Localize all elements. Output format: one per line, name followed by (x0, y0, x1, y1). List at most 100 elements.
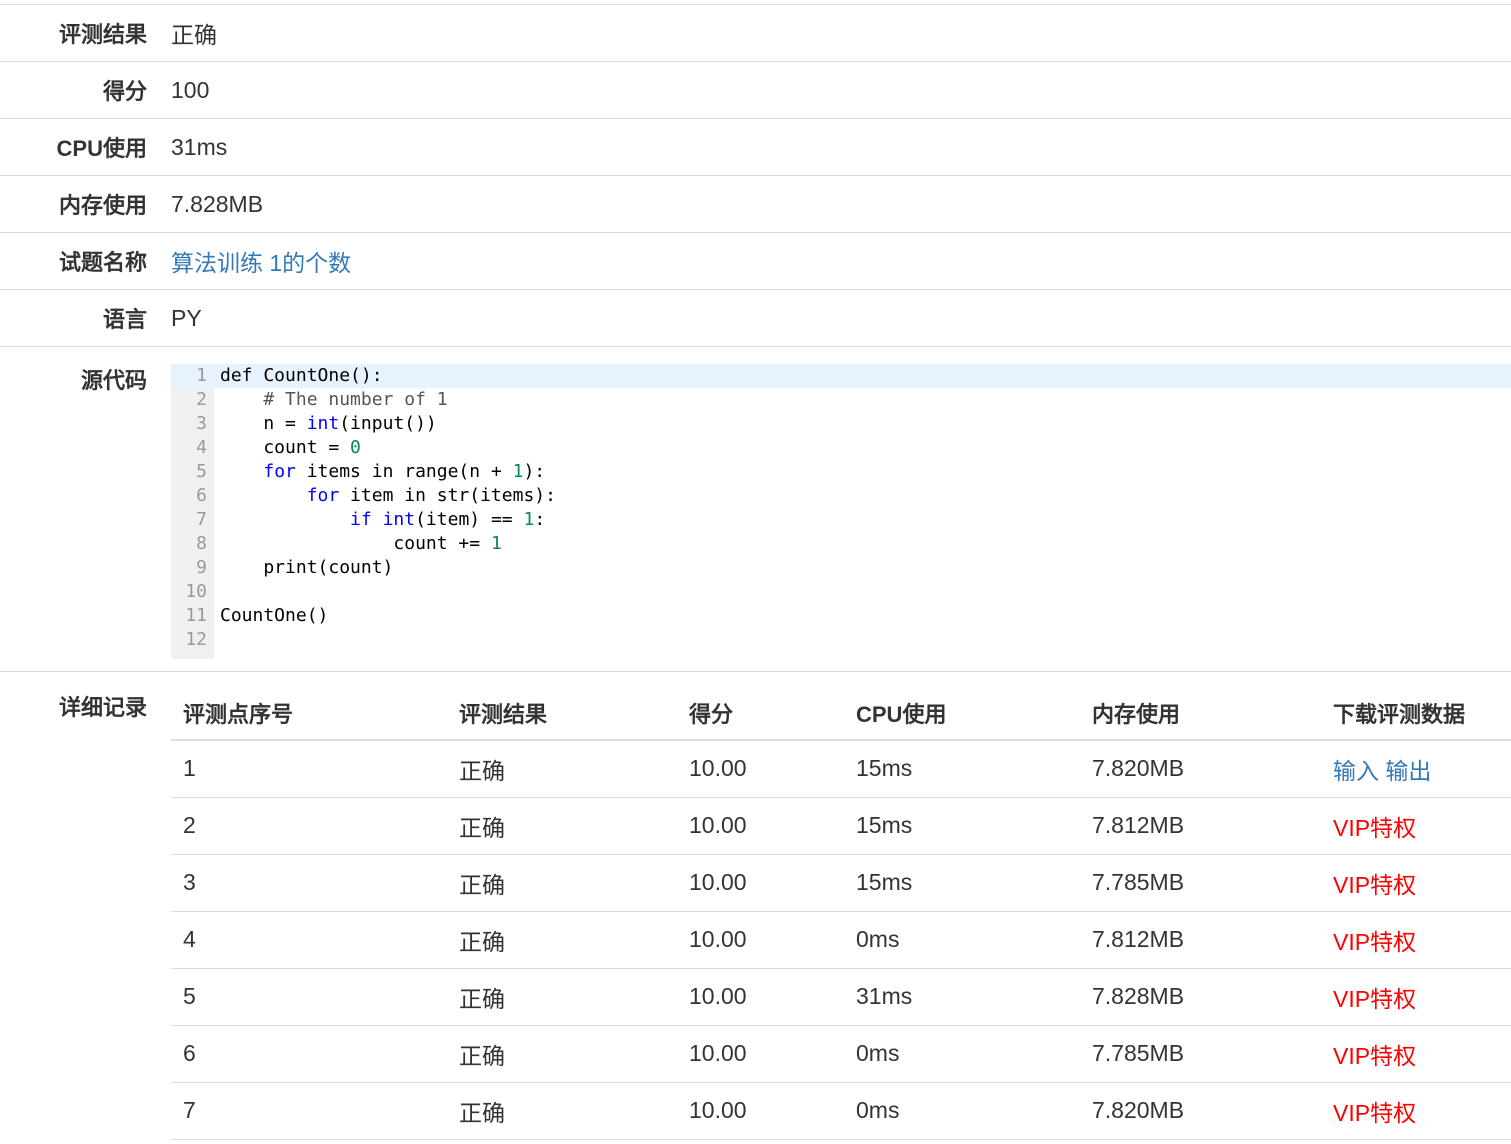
header-score: 得分 (677, 686, 844, 741)
memory-value: 7.828MB (171, 190, 264, 217)
line-number: 3 (196, 413, 207, 434)
language-row: 语言 PY (0, 290, 1511, 347)
vip-privilege-label[interactable]: VIP特权 (1333, 986, 1416, 1012)
cpu-value: 31ms (171, 133, 228, 160)
table-row: 6 正确 10.00 0ms 7.785MB VIP特权 (171, 1025, 1511, 1083)
header-testcase-id: 评测点序号 (171, 686, 447, 741)
cell-download: VIP特权 (1321, 1025, 1511, 1083)
code-text: count = 0 (220, 437, 361, 458)
problem-value: 算法训练 1的个数 (171, 244, 351, 278)
cell-result: 正确 (447, 911, 677, 969)
detail-record-label: 详细记录 (58, 695, 147, 720)
memory-label: 内存使用 (58, 193, 147, 218)
cell-score: 10.00 (677, 1025, 844, 1083)
cell-memory: 7.785MB (1080, 854, 1321, 912)
line-number: 5 (196, 461, 207, 482)
record-header-row: 评测点序号 评测结果 得分 CPU使用 内存使用 下载评测数据 (171, 686, 1511, 741)
code-line: 10 (171, 580, 1511, 604)
cell-cpu: 15ms (844, 797, 1080, 855)
submission-info: 评测结果 正确 得分 100 CPU使用 31ms 内存使用 7.828MB 试… (0, 4, 1511, 672)
line-number: 6 (196, 485, 207, 506)
record-table: 评测点序号 评测结果 得分 CPU使用 内存使用 下载评测数据 1 正确 10.… (171, 686, 1511, 1140)
code-line: 11 CountOne() (171, 604, 1511, 628)
language-label: 语言 (102, 307, 147, 332)
table-row: 7 正确 10.00 0ms 7.820MB VIP特权 (171, 1082, 1511, 1140)
language-value: PY (171, 304, 202, 331)
cell-download: VIP特权 (1321, 797, 1511, 855)
cell-score: 10.00 (677, 740, 844, 798)
code-line: 5 for items in range(n + 1): (171, 460, 1511, 484)
line-number: 12 (185, 629, 207, 650)
code-line: 6 for item in str(items): (171, 484, 1511, 508)
header-result: 评测结果 (447, 686, 677, 741)
vip-privilege-label[interactable]: VIP特权 (1333, 929, 1416, 955)
code-text: # The number of 1 (220, 389, 448, 410)
code-line: 4 count = 0 (171, 436, 1511, 460)
cell-result: 正确 (447, 1082, 677, 1140)
cell-memory: 7.820MB (1080, 1082, 1321, 1140)
score-value: 100 (171, 76, 210, 103)
cell-cpu: 15ms (844, 740, 1080, 798)
cell-download: VIP特权 (1321, 854, 1511, 912)
vip-privilege-label[interactable]: VIP特权 (1333, 872, 1416, 898)
cell-result: 正确 (447, 968, 677, 1026)
table-row: 2 正确 10.00 15ms 7.812MB VIP特权 (171, 797, 1511, 855)
cpu-label: CPU使用 (56, 136, 147, 161)
cell-memory: 7.812MB (1080, 911, 1321, 969)
cell-testcase-id: 1 (171, 740, 447, 798)
line-number: 7 (196, 509, 207, 530)
detail-record-section: 详细记录 评测点序号 评测结果 得分 CPU使用 内存使用 下载评测数据 1 正… (0, 672, 1511, 1144)
problem-row: 试题名称 算法训练 1的个数 (0, 233, 1511, 290)
line-number: 10 (185, 581, 207, 602)
cell-result: 正确 (447, 797, 677, 855)
cell-cpu: 31ms (844, 968, 1080, 1026)
problem-label: 试题名称 (58, 250, 147, 275)
header-cpu: CPU使用 (844, 686, 1080, 741)
download-output-link[interactable]: 输出 (1385, 758, 1431, 784)
cell-score: 10.00 (677, 854, 844, 912)
source-code-row: 源代码 1 def CountOne(): 2 # The number of 1… (0, 347, 1511, 672)
result-label: 评测结果 (58, 22, 147, 47)
cell-cpu: 0ms (844, 911, 1080, 969)
cell-score: 10.00 (677, 797, 844, 855)
source-code-label: 源代码 (80, 368, 147, 393)
code-line: 3 n = int(input()) (171, 412, 1511, 436)
header-download: 下载评测数据 (1321, 686, 1511, 741)
vip-privilege-label[interactable]: VIP特权 (1333, 815, 1416, 841)
line-number: 9 (196, 557, 207, 578)
code-text: for item in str(items): (306, 485, 556, 506)
code-text: count += 1 (220, 533, 502, 554)
score-label: 得分 (102, 79, 147, 104)
cell-download: VIP特权 (1321, 1082, 1511, 1140)
cell-result: 正确 (447, 854, 677, 912)
cell-score: 10.00 (677, 911, 844, 969)
cell-memory: 7.828MB (1080, 968, 1321, 1026)
code-text: CountOne() (220, 605, 329, 626)
cell-download: 输入 输出 (1321, 740, 1511, 798)
cell-score: 10.00 (677, 1082, 844, 1140)
cell-testcase-id: 7 (171, 1082, 447, 1140)
score-row: 得分 100 (0, 62, 1511, 119)
line-number: 4 (196, 437, 207, 458)
cell-cpu: 0ms (844, 1025, 1080, 1083)
result-value: 正确 (171, 22, 217, 48)
memory-row: 内存使用 7.828MB (0, 176, 1511, 233)
download-input-link[interactable]: 输入 (1333, 758, 1379, 784)
problem-link[interactable]: 算法训练 1的个数 (171, 250, 351, 276)
code-line: 12 (171, 628, 1511, 652)
code-text: def CountOne(): (220, 365, 383, 386)
vip-privilege-label[interactable]: VIP特权 (1333, 1043, 1416, 1069)
code-line: 9 print(count) (171, 556, 1511, 580)
result-row: 评测结果 正确 (0, 5, 1511, 62)
code-line: 8 count += 1 (171, 532, 1511, 556)
vip-privilege-label[interactable]: VIP特权 (1333, 1100, 1416, 1126)
code-text: if int(item) == 1: (350, 509, 546, 530)
cell-memory: 7.812MB (1080, 797, 1321, 855)
table-row: 3 正确 10.00 15ms 7.785MB VIP特权 (171, 854, 1511, 912)
cell-result: 正确 (447, 1025, 677, 1083)
cell-testcase-id: 3 (171, 854, 447, 912)
line-number: 1 (196, 365, 207, 386)
code-editor[interactable]: 1 def CountOne(): 2 # The number of 1 3 n… (171, 364, 1511, 659)
line-number: 11 (185, 605, 207, 626)
cell-testcase-id: 4 (171, 911, 447, 969)
